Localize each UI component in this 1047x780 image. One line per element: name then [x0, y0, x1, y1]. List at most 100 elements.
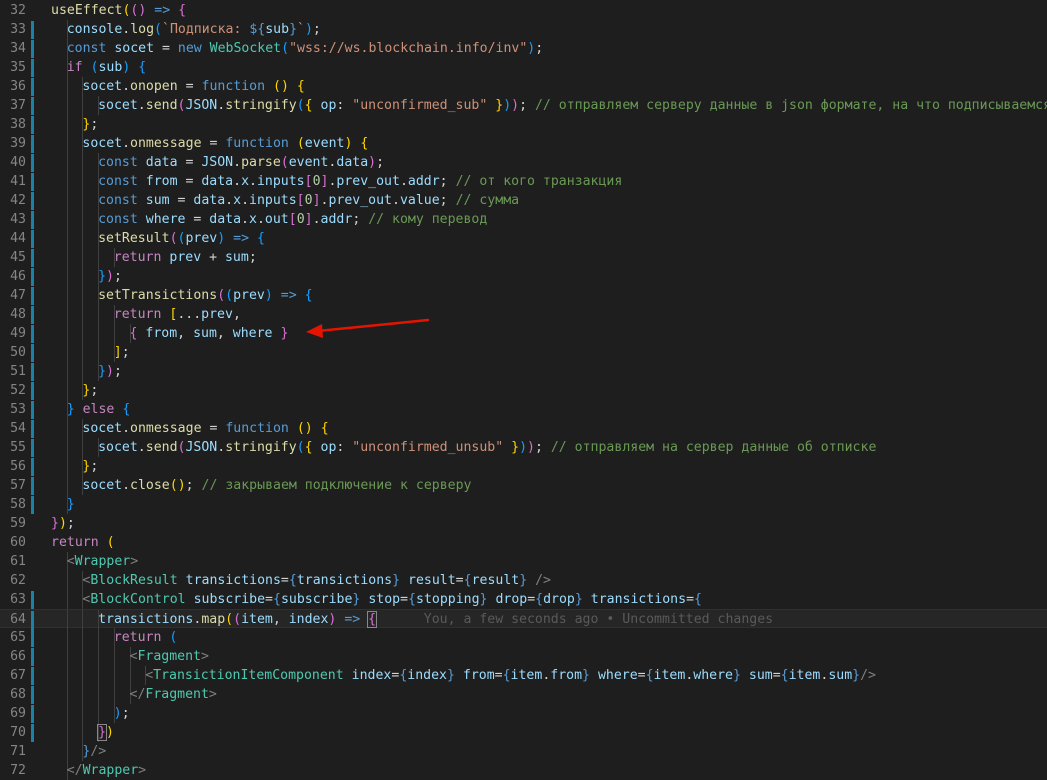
code-line[interactable]: 54 socet.onmessage = function () {: [0, 419, 1047, 438]
code-line[interactable]: 66 <Fragment>: [0, 647, 1047, 666]
modified-line-marker[interactable]: [31, 401, 34, 419]
code-line[interactable]: 37 socet.send(JSON.stringify({ op: "uncon…: [0, 96, 1047, 115]
code-text: };: [82, 459, 99, 474]
modified-line-marker[interactable]: [31, 611, 34, 629]
indent-guide: [82, 305, 84, 324]
modified-line-marker[interactable]: [31, 686, 34, 704]
indent-guide: [66, 610, 68, 629]
code-text: const where = data.x.out[0].addr; // ком…: [98, 212, 488, 227]
indent-guide: [66, 362, 68, 381]
code-line[interactable]: 46});: [0, 267, 1047, 286]
code-line[interactable]: 65 return (: [0, 628, 1047, 647]
modified-line-marker[interactable]: [31, 78, 34, 96]
modified-line-marker[interactable]: [31, 382, 34, 400]
modified-line-marker[interactable]: [31, 230, 34, 248]
code-line[interactable]: 38};: [0, 115, 1047, 134]
code-line[interactable]: 39 socet.onmessage = function (event) {: [0, 134, 1047, 153]
modified-line-marker[interactable]: [31, 363, 34, 381]
code-line[interactable]: 53} else {: [0, 400, 1047, 419]
modified-line-marker[interactable]: [31, 344, 34, 362]
indent-guide: [82, 248, 84, 267]
line-number: 67: [10, 668, 26, 683]
code-line[interactable]: 42 const sum = data.x.inputs[0].prev_out.…: [0, 191, 1047, 210]
code-line[interactable]: 32 useEffect(() => {: [0, 1, 1047, 20]
modified-line-marker[interactable]: [31, 287, 34, 305]
indent-guide: [66, 305, 68, 324]
code-line[interactable]: 52};: [0, 381, 1047, 400]
code-line[interactable]: 49 { from, sum, where }: [0, 324, 1047, 343]
modified-line-marker[interactable]: [31, 667, 34, 685]
modified-line-marker[interactable]: [31, 496, 34, 514]
code-line[interactable]: 67 <TransictionItemComponent index={index…: [0, 666, 1047, 685]
modified-line-marker[interactable]: [31, 97, 34, 115]
indent-guide: [82, 286, 84, 305]
modified-line-marker[interactable]: [31, 306, 34, 324]
modified-line-marker[interactable]: [31, 173, 34, 191]
code-line[interactable]: 43 const where = data.x.out[0].addr; // к…: [0, 210, 1047, 229]
code-line[interactable]: 68 </Fragment>: [0, 685, 1047, 704]
modified-line-marker[interactable]: [31, 591, 34, 609]
code-line[interactable]: 36 socet.onopen = function () {: [0, 77, 1047, 96]
modified-line-marker[interactable]: [31, 724, 34, 742]
line-number: 64: [10, 612, 26, 627]
code-line[interactable]: 69);: [0, 704, 1047, 723]
code-line[interactable]: 51});: [0, 362, 1047, 381]
code-line[interactable]: 59});: [0, 514, 1047, 533]
code-text: }): [97, 724, 114, 741]
code-line[interactable]: 58}: [0, 495, 1047, 514]
git-blame-annotation: You, a few seconds ago • Uncommitted cha…: [376, 612, 774, 627]
modified-line-marker[interactable]: [31, 629, 34, 647]
code-line[interactable]: 57 socet.close(); // закрываем подключени…: [0, 476, 1047, 495]
modified-line-marker[interactable]: [31, 154, 34, 172]
modified-line-marker[interactable]: [31, 268, 34, 286]
indent-guide: [129, 666, 131, 685]
indent-guide: [66, 457, 68, 476]
modified-line-marker[interactable]: [31, 249, 34, 267]
modified-line-marker[interactable]: [31, 40, 34, 58]
code-line[interactable]: 63 <BlockControl subscribe={subscribe} st…: [0, 590, 1047, 609]
modified-line-marker[interactable]: [31, 477, 34, 495]
indent-guide: [66, 286, 68, 305]
code-text: );: [113, 706, 130, 721]
modified-line-marker[interactable]: [31, 439, 34, 457]
modified-line-marker[interactable]: [31, 59, 34, 77]
code-text: <BlockControl subscribe={subscribe} stop…: [82, 592, 702, 607]
code-editor[interactable]: 32 useEffect(() => {33 console.log(`Подпис…: [0, 0, 1047, 780]
modified-line-marker[interactable]: [31, 116, 34, 134]
code-line[interactable]: 55 socet.send(JSON.stringify({ op: "uncon…: [0, 438, 1047, 457]
code-line[interactable]: 40 const data = JSON.parse(event.data);: [0, 153, 1047, 172]
code-line[interactable]: 61 <Wrapper>: [0, 552, 1047, 571]
modified-line-marker[interactable]: [31, 325, 34, 343]
modified-line-marker[interactable]: [31, 648, 34, 666]
code-line[interactable]: 44 setResult((prev) => {: [0, 229, 1047, 248]
line-number: 57: [10, 478, 26, 493]
modified-line-marker[interactable]: [31, 192, 34, 210]
modified-line-marker[interactable]: [31, 211, 34, 229]
code-line[interactable]: 60 return (: [0, 533, 1047, 552]
code-line[interactable]: 45 return prev + sum;: [0, 248, 1047, 267]
code-line[interactable]: 35 if (sub) {: [0, 58, 1047, 77]
code-line[interactable]: 72 </Wrapper>: [0, 761, 1047, 780]
modified-line-marker[interactable]: [31, 21, 34, 39]
line-number: 42: [10, 193, 26, 208]
code-line[interactable]: 64 transictions.map((item, index) => { Yo…: [0, 609, 1047, 629]
code-line[interactable]: 34 const socet = new WebSocket("wss://ws.…: [0, 39, 1047, 58]
code-line[interactable]: 62 <BlockResult transictions={transiction…: [0, 571, 1047, 590]
code-text: if (sub) {: [66, 60, 147, 75]
code-line[interactable]: 70}): [0, 723, 1047, 742]
code-text: });: [98, 269, 122, 284]
indent-guide: [98, 704, 100, 723]
modified-line-marker[interactable]: [31, 705, 34, 723]
code-line[interactable]: 47 setTransictions((prev) => {: [0, 286, 1047, 305]
code-line[interactable]: 56};: [0, 457, 1047, 476]
code-line[interactable]: 41 const from = data.x.inputs[0].prev_out…: [0, 172, 1047, 191]
indent-guide: [66, 590, 68, 609]
modified-line-marker[interactable]: [31, 420, 34, 438]
modified-line-marker[interactable]: [31, 458, 34, 476]
code-line[interactable]: 33 console.log(`Подписка: ${sub}`);: [0, 20, 1047, 39]
code-line[interactable]: 71}/>: [0, 742, 1047, 761]
code-line[interactable]: 48 return [...prev,: [0, 305, 1047, 324]
code-line[interactable]: 50];: [0, 343, 1047, 362]
code-text: <Wrapper>: [66, 554, 139, 569]
modified-line-marker[interactable]: [31, 135, 34, 153]
